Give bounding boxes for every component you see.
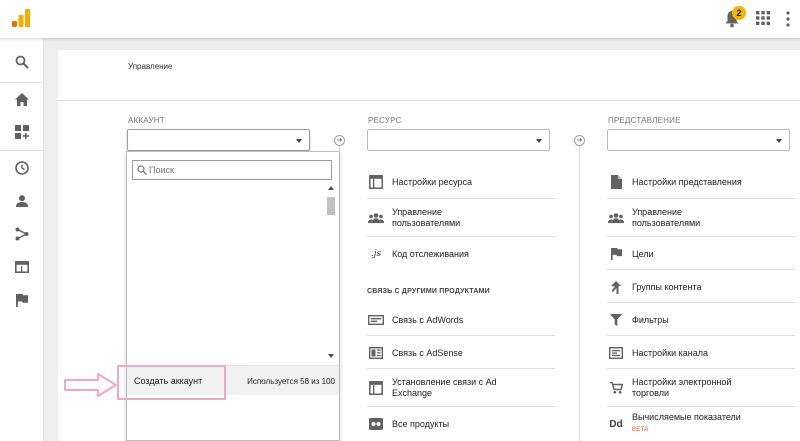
divider xyxy=(607,335,795,336)
layout-icon xyxy=(367,174,385,190)
divider xyxy=(367,368,555,369)
linked-products-heading: СВЯЗЬ С ДРУГИМИ ПРОДУКТАМИ xyxy=(367,288,490,295)
behavior-icon xyxy=(15,261,29,273)
doc-icon xyxy=(607,174,625,190)
nav-search[interactable] xyxy=(0,45,44,79)
view-users-item[interactable]: Управление пользователями xyxy=(607,202,752,234)
adsense-icon xyxy=(367,345,385,361)
dashboard-add-icon xyxy=(15,125,29,139)
person-icon xyxy=(16,195,28,207)
arrow-right-icon: ➜ xyxy=(574,135,585,146)
users-icon xyxy=(607,210,625,226)
annotation-highlight-box xyxy=(117,365,226,400)
header-divider xyxy=(58,100,800,101)
chevron-down-icon xyxy=(296,139,302,143)
dropdown-scrollbar[interactable] xyxy=(326,183,336,361)
content-groups-item[interactable]: Группы контента xyxy=(607,272,702,302)
filters-item[interactable]: Фильтры xyxy=(607,305,669,335)
property-column-label: РЕСУРС xyxy=(368,116,402,125)
users-icon xyxy=(367,210,385,226)
divider xyxy=(607,198,795,199)
nav-customization[interactable] xyxy=(0,115,44,149)
chevron-down-icon xyxy=(776,139,782,143)
products-icon xyxy=(367,416,385,432)
more-vert-icon[interactable] xyxy=(786,10,790,28)
column-divider xyxy=(579,142,580,441)
scroll-down-icon[interactable] xyxy=(328,354,334,358)
view-select[interactable] xyxy=(607,129,790,151)
divider xyxy=(367,236,555,237)
property-select[interactable] xyxy=(367,129,550,151)
nav-audience[interactable] xyxy=(0,184,44,218)
channel-icon xyxy=(607,345,625,361)
home-icon xyxy=(15,92,29,106)
analytics-logo-icon[interactable] xyxy=(11,8,31,28)
left-nav-rail xyxy=(0,38,44,441)
view-column-label: ПРЕДСТАВЛЕНИЕ xyxy=(608,116,681,125)
property-users-item[interactable]: Управление пользователями xyxy=(367,202,512,234)
property-settings-item[interactable]: Настройки ресурса xyxy=(367,167,472,197)
account-select[interactable] xyxy=(127,129,310,151)
scroll-thumb[interactable] xyxy=(327,197,335,215)
divider xyxy=(607,406,795,407)
divider xyxy=(607,236,795,237)
arrow-right-icon: ➜ xyxy=(334,135,345,146)
account-usage-text: Используется 58 из 100 xyxy=(247,377,335,386)
filter-icon xyxy=(607,312,625,328)
flag-icon xyxy=(607,246,625,262)
search-icon xyxy=(15,55,29,69)
notification-count-badge: 2 xyxy=(732,6,746,20)
account-column-label: АККАУНТ xyxy=(128,116,165,125)
page-title: Управление xyxy=(128,62,173,71)
flag-icon xyxy=(16,293,28,307)
nav-behavior[interactable] xyxy=(0,250,44,284)
account-search-input[interactable] xyxy=(149,163,329,177)
beta-badge: BETA xyxy=(632,427,649,433)
channel-settings-item[interactable]: Настройки канала xyxy=(607,338,708,368)
cart-icon xyxy=(607,380,625,396)
divider xyxy=(367,335,555,336)
divider xyxy=(367,198,555,199)
adsense-link-item[interactable]: Связь с AdSense xyxy=(367,338,463,368)
scroll-up-icon[interactable] xyxy=(328,186,334,190)
calculated-metrics-item[interactable]: Dd Вычисляемые показатели BETA xyxy=(607,409,741,439)
divider xyxy=(607,302,795,303)
divider xyxy=(367,406,555,407)
apps-grid-icon[interactable] xyxy=(756,11,770,25)
nav-acquisition[interactable] xyxy=(0,217,44,251)
nav-home[interactable] xyxy=(0,82,44,116)
adwords-link-item[interactable]: Связь с AdWords xyxy=(367,305,463,335)
dd-icon: Dd xyxy=(609,418,623,430)
search-icon xyxy=(137,165,147,175)
account-search-box[interactable] xyxy=(132,160,332,180)
divider xyxy=(607,269,795,270)
all-products-item[interactable]: Все продукты xyxy=(367,409,449,439)
acquisition-icon xyxy=(15,227,29,241)
ecommerce-settings-item[interactable]: Настройки электронной торговли xyxy=(607,372,752,404)
annotation-arrow-icon xyxy=(64,373,117,397)
divider xyxy=(607,368,795,369)
clock-icon xyxy=(15,161,29,175)
adexchange-link-item[interactable]: Установление связи с Ad Exchange xyxy=(367,372,510,404)
goals-item[interactable]: Цели xyxy=(607,239,654,269)
view-settings-item[interactable]: Настройки представления xyxy=(607,167,742,197)
js-icon: .js xyxy=(370,249,382,259)
tracking-code-item[interactable]: .js Код отслеживания xyxy=(367,239,469,269)
chevron-down-icon xyxy=(536,139,542,143)
content-groups-icon xyxy=(607,279,625,295)
adwords-icon xyxy=(367,312,385,328)
adexchange-icon xyxy=(367,380,385,396)
nav-conversions[interactable] xyxy=(0,283,44,317)
nav-realtime[interactable] xyxy=(0,151,44,185)
top-bar: 2 xyxy=(0,0,800,38)
